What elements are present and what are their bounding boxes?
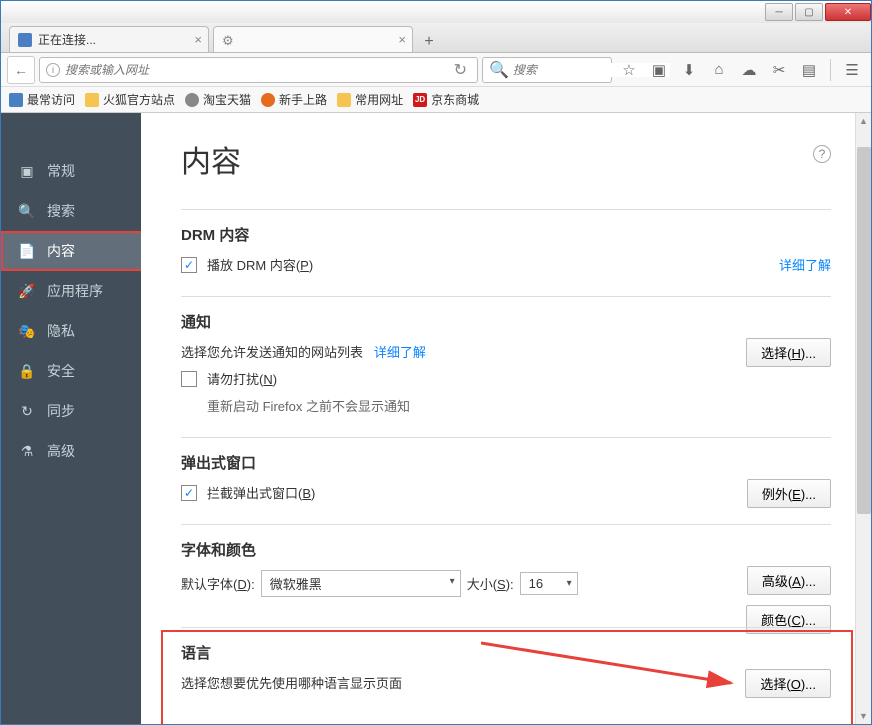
search-icon: 🔍 <box>19 203 35 219</box>
paw-icon <box>18 33 32 47</box>
download-icon[interactable]: ⬇ <box>676 57 702 83</box>
bookmark-most-visited[interactable]: 最常访问 <box>9 91 75 108</box>
page-title: 内容 <box>181 137 831 181</box>
main-area: ▣常规 🔍搜索 📄内容 🚀应用程序 🎭隐私 🔒安全 ↻同步 ⚗高级 ? 内容 D… <box>1 113 871 724</box>
chat-icon[interactable]: ☁ <box>736 57 762 83</box>
notif-choose-button[interactable]: 选择(H)... <box>746 338 831 367</box>
section-heading: 字体和颜色 <box>181 539 831 560</box>
capture-icon[interactable]: ✂ <box>766 57 792 83</box>
bookmark-firefox-official[interactable]: 火狐官方站点 <box>85 91 175 108</box>
section-language: 语言 选择您想要优先使用哪种语言显示页面 选择(O)... <box>181 627 831 724</box>
scroll-down-icon[interactable]: ▼ <box>856 708 871 724</box>
maximize-button[interactable]: ▢ <box>795 3 823 21</box>
section-notifications: 通知 选择您允许发送通知的网站列表 详细了解 选择(H)... 请勿打扰(N) … <box>181 296 831 415</box>
url-input[interactable] <box>65 63 450 77</box>
jd-icon: JD <box>413 93 427 107</box>
sidebar-item-search[interactable]: 🔍搜索 <box>1 191 141 231</box>
size-label: 大小(S): <box>467 574 514 593</box>
tab-connecting[interactable]: 正在连接... × <box>9 26 209 52</box>
search-bar[interactable]: 🔍 <box>482 57 612 83</box>
popup-label: 拦截弹出式窗口(B) <box>207 483 315 502</box>
sidebar-item-advanced[interactable]: ⚗高级 <box>1 431 141 471</box>
close-icon[interactable]: × <box>398 32 406 47</box>
sidebar-item-applications[interactable]: 🚀应用程序 <box>1 271 141 311</box>
nav-toolbar: ← i ↻ 🔍 ☆ ▣ ⬇ ⌂ ☁ ✂ ▤ ☰ <box>1 53 871 87</box>
sync-icon: ↻ <box>19 403 35 419</box>
back-button[interactable]: ← <box>7 56 35 84</box>
notif-learn-more-link[interactable]: 详细了解 <box>374 342 426 361</box>
sidebar-item-content[interactable]: 📄内容 <box>1 231 141 271</box>
advanced-icon: ⚗ <box>19 443 35 459</box>
new-tab-button[interactable]: + <box>417 32 441 52</box>
bookmark-star-icon[interactable]: ☆ <box>616 57 642 83</box>
privacy-icon: 🎭 <box>19 323 35 339</box>
lang-desc: 选择您想要优先使用哪种语言显示页面 <box>181 673 402 692</box>
dnd-label: 请勿打扰(N) <box>207 369 277 388</box>
section-fonts: 字体和颜色 默认字体(D): 微软雅黑 大小(S): 16 高级(A)... 颜… <box>181 524 831 605</box>
bookmark-getting-started[interactable]: 新手上路 <box>261 91 327 108</box>
tab-preferences[interactable]: ⚙ × <box>213 26 413 52</box>
window-titlebar: ─ ▢ ✕ <box>1 1 871 23</box>
apps-icon: 🚀 <box>19 283 35 299</box>
divider <box>830 59 831 81</box>
lang-choose-button[interactable]: 选择(O)... <box>745 669 831 698</box>
popup-exceptions-button[interactable]: 例外(E)... <box>747 479 831 508</box>
dnd-checkbox[interactable] <box>181 371 197 387</box>
folder-icon <box>337 93 351 107</box>
size-select[interactable]: 16 <box>520 572 578 595</box>
section-popups: 弹出式窗口 ✓ 拦截弹出式窗口(B) 例外(E)... <box>181 437 831 502</box>
tab-strip: 正在连接... × ⚙ × + <box>1 23 871 53</box>
drm-checkbox-label: 播放 DRM 内容(P) <box>207 255 313 274</box>
sidebar-item-security[interactable]: 🔒安全 <box>1 351 141 391</box>
section-heading: DRM 内容 <box>181 224 831 245</box>
notif-desc: 选择您允许发送通知的网站列表 <box>181 342 363 361</box>
preferences-sidebar: ▣常规 🔍搜索 📄内容 🚀应用程序 🎭隐私 🔒安全 ↻同步 ⚗高级 <box>1 113 141 724</box>
url-bar[interactable]: i ↻ <box>39 57 478 83</box>
popup-checkbox[interactable]: ✓ <box>181 485 197 501</box>
close-icon[interactable]: × <box>194 32 202 47</box>
sidebar-item-general[interactable]: ▣常规 <box>1 151 141 191</box>
tab-label: 正在连接... <box>38 31 96 48</box>
pocket-icon[interactable]: ▣ <box>646 57 672 83</box>
search-icon: 🔍 <box>489 60 509 80</box>
help-icon[interactable]: ? <box>813 145 831 163</box>
drm-learn-more-link[interactable]: 详细了解 <box>779 255 831 274</box>
section-heading: 语言 <box>181 642 831 663</box>
bookmark-jd[interactable]: JD京东商城 <box>413 91 479 108</box>
globe-icon <box>185 93 199 107</box>
folder-icon <box>85 93 99 107</box>
minimize-button[interactable]: ─ <box>765 3 793 21</box>
home-icon[interactable]: ⌂ <box>706 57 732 83</box>
sidebar-item-privacy[interactable]: 🎭隐私 <box>1 311 141 351</box>
close-button[interactable]: ✕ <box>825 3 871 21</box>
lock-icon: 🔒 <box>19 363 35 379</box>
info-icon[interactable]: i <box>46 63 60 77</box>
content-icon: 📄 <box>19 243 35 259</box>
reload-icon[interactable]: ↻ <box>450 60 471 80</box>
scroll-thumb[interactable] <box>857 147 871 514</box>
grid-icon <box>9 93 23 107</box>
default-font-label: 默认字体(D): <box>181 574 255 593</box>
vertical-scrollbar[interactable]: ▲ ▼ <box>855 113 871 724</box>
bookmark-common-sites[interactable]: 常用网址 <box>337 91 403 108</box>
bookmarks-bar: 最常访问 火狐官方站点 淘宝天猫 新手上路 常用网址 JD京东商城 <box>1 87 871 113</box>
font-select[interactable]: 微软雅黑 <box>261 570 461 597</box>
section-drm: DRM 内容 ✓ 播放 DRM 内容(P) 详细了解 <box>181 209 831 274</box>
bookmark-taobao[interactable]: 淘宝天猫 <box>185 91 251 108</box>
section-heading: 通知 <box>181 311 831 332</box>
sidebar-item-sync[interactable]: ↻同步 <box>1 391 141 431</box>
tiles-icon[interactable]: ▤ <box>796 57 822 83</box>
gear-icon: ⚙ <box>222 33 236 47</box>
general-icon: ▣ <box>19 163 35 179</box>
firefox-icon <box>261 93 275 107</box>
font-advanced-button[interactable]: 高级(A)... <box>747 566 831 595</box>
content-pane: ? 内容 DRM 内容 ✓ 播放 DRM 内容(P) 详细了解 通知 选择您允许… <box>141 113 871 724</box>
section-heading: 弹出式窗口 <box>181 452 831 473</box>
dnd-note: 重新启动 Firefox 之前不会显示通知 <box>207 396 831 415</box>
menu-icon[interactable]: ☰ <box>839 57 865 83</box>
drm-checkbox[interactable]: ✓ <box>181 257 197 273</box>
scroll-up-icon[interactable]: ▲ <box>856 113 871 129</box>
